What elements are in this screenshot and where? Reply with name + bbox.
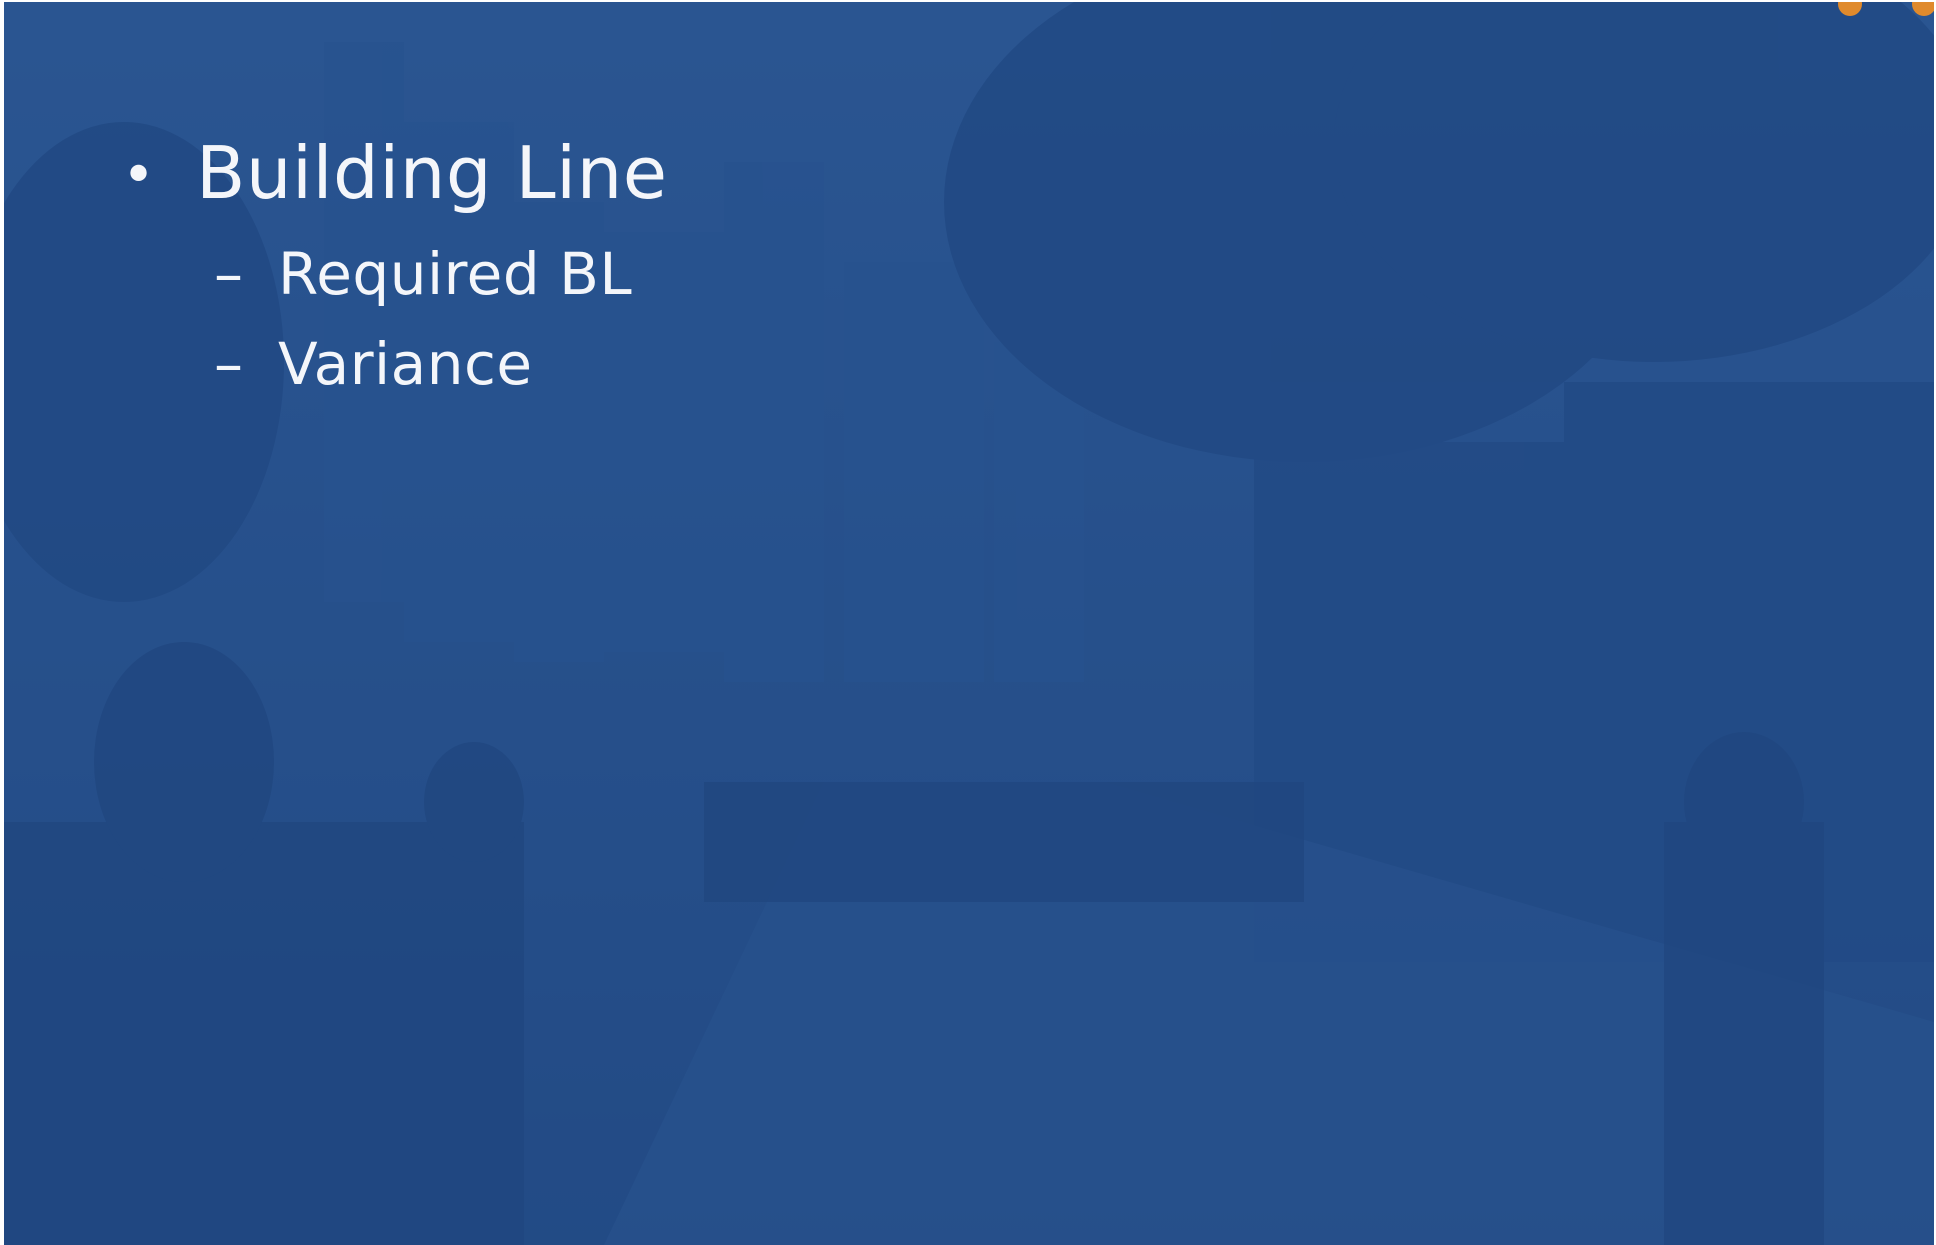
slide: • Building Line – Required BL – Variance [4, 2, 1934, 1245]
sub-bullet-marker: – [214, 240, 244, 308]
sub-bullet-marker: – [214, 330, 244, 398]
sub-bullet-text: Required BL [278, 240, 633, 308]
bullet-text: Building Line [196, 131, 668, 215]
sub-bullet-text: Variance [278, 330, 533, 398]
bullet-marker: • [122, 143, 156, 208]
sub-bullet-variance: – Variance [214, 328, 533, 400]
bullet-list: • Building Line – Required BL – Variance [4, 2, 1934, 1245]
sub-bullet-required-bl: – Required BL [214, 238, 632, 310]
bullet-building-line: • Building Line [122, 128, 668, 221]
